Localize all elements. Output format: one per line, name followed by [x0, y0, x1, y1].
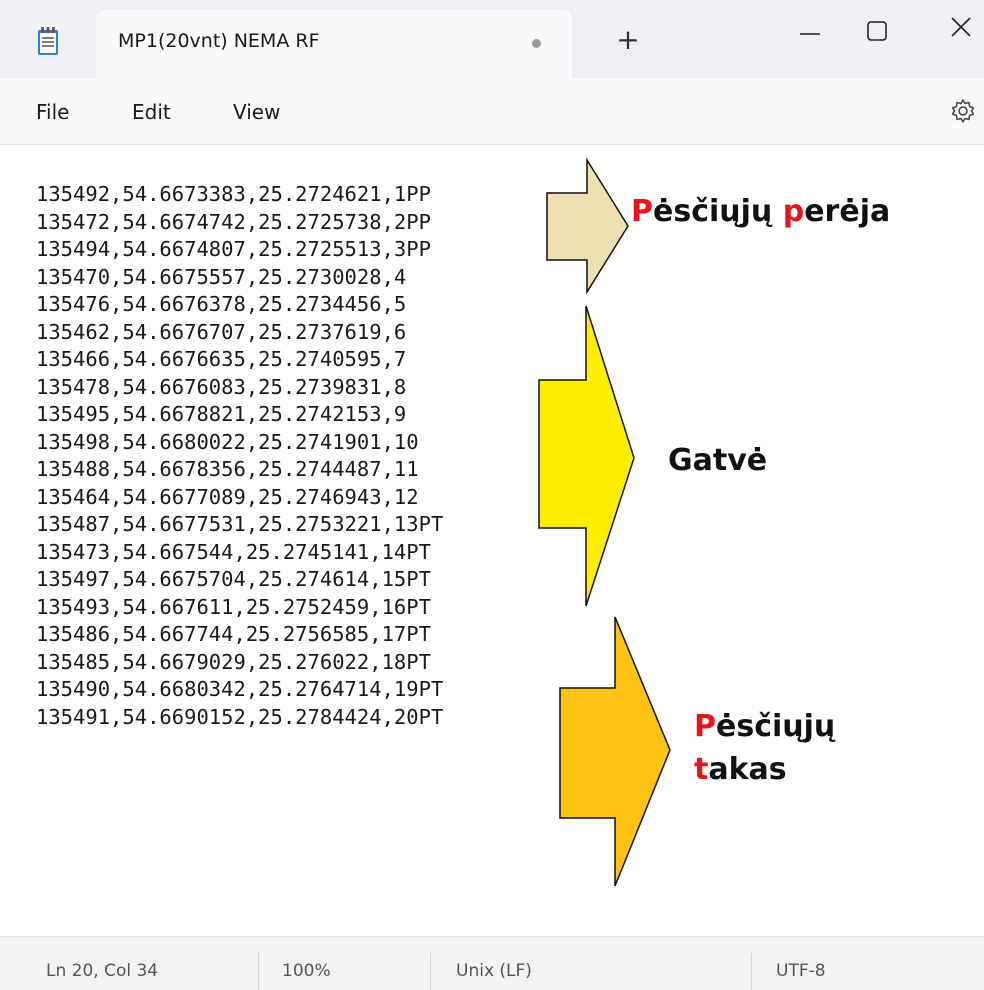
crossing-label: Pėsčiųjų perėja [631, 194, 890, 229]
crossing-arrow [546, 157, 629, 295]
street-arrow [538, 305, 635, 607]
path-label-line1: ėsčiųjų [716, 709, 836, 744]
crossing-label-second-initial: p [782, 194, 805, 229]
cursor-position[interactable]: Ln 20, Col 34 [46, 961, 158, 981]
line-ending[interactable]: Unix (LF) [456, 961, 532, 981]
path-label-second-initial: t [694, 752, 709, 787]
crossing-label-rest: erėja [804, 194, 891, 229]
status-divider [258, 953, 259, 990]
annotation-arrows [538, 157, 671, 887]
encoding[interactable]: UTF-8 [776, 961, 826, 981]
status-divider [751, 953, 752, 990]
street-label: Gatvė [668, 443, 768, 478]
path-label: Pėsčiųjų takas [694, 705, 835, 791]
zoom-level[interactable]: 100% [282, 961, 331, 981]
crossing-label-initial: P [631, 194, 653, 229]
path-label-initial: P [694, 709, 716, 744]
path-label-line2: akas [708, 752, 787, 787]
crossing-label-mid: ėsčiųjų [653, 194, 783, 229]
status-bar: Ln 20, Col 34 100% Unix (LF) UTF-8 [0, 936, 984, 990]
status-divider [430, 953, 431, 990]
path-arrow [559, 616, 671, 887]
